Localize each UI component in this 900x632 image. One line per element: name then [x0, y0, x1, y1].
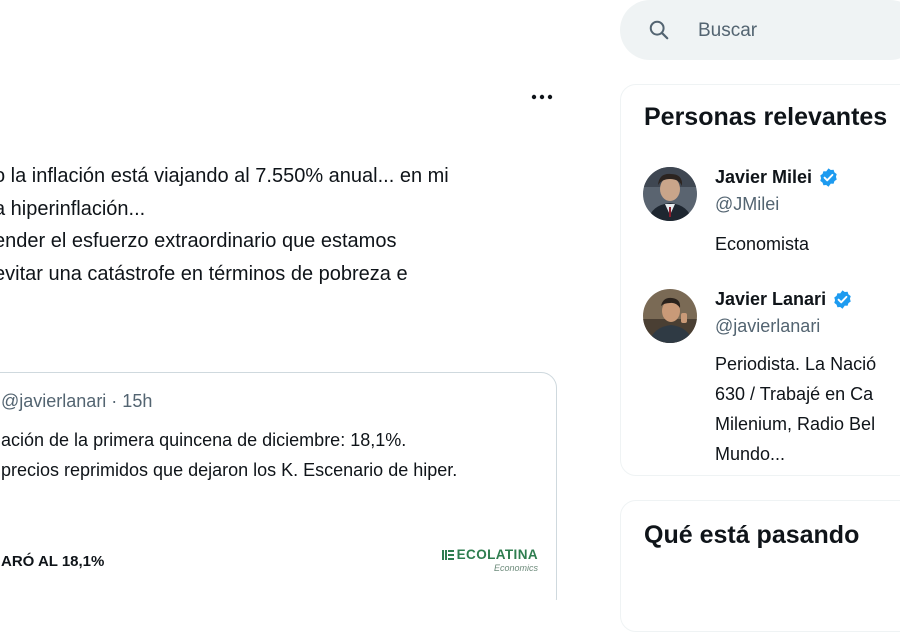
more-options-button[interactable]: [524, 84, 560, 110]
person-handle[interactable]: @JMilei: [715, 194, 779, 215]
person-bio: Periodista. La Nació 630 / Trabajé en Ca…: [715, 349, 876, 469]
ecolatina-logo: ECOLATINA Economics: [441, 547, 538, 573]
quoted-tweet-text: ación de la primera quincena de diciembr…: [1, 425, 457, 485]
person-bio-line: Periodista. La Nació: [715, 354, 877, 374]
person-bio: Economista: [715, 229, 809, 259]
person-name-text[interactable]: Javier Lanari: [715, 289, 826, 310]
tweet-text-line: ender el esfuerzo extraordinario que est…: [0, 230, 397, 252]
quoted-tweet-card[interactable]: @javierlanari · 15h ación de la primera …: [0, 372, 557, 600]
sidebar-column: Personas relevantes Javier Milei: [580, 0, 900, 632]
person-bio-line: Economista: [715, 234, 810, 254]
person-name[interactable]: Javier Milei: [715, 167, 839, 188]
tweet-text-line: a hiperinflación...: [0, 197, 146, 220]
verified-badge-icon: [820, 168, 837, 187]
tweet-text-line: o la inflación está viajando al 7.550% a…: [0, 165, 449, 187]
verified-badge-icon: [834, 290, 851, 309]
relevant-people-panel: Personas relevantes Javier Milei @JMilei…: [620, 84, 900, 476]
person-name-text[interactable]: Javier Milei: [715, 167, 812, 188]
more-horizontal-icon: [531, 94, 553, 100]
quoted-tweet-text-line: precios reprimidos que dejaron los K. Es…: [1, 460, 458, 480]
logo-subtext: Economics: [493, 563, 538, 573]
media-headline: ARÓ AL 18,1%: [1, 553, 105, 570]
person-bio-line: 630 / Trabajé en Ca: [715, 384, 874, 404]
person-card-javier-milei[interactable]: Javier Milei @JMilei Economista: [621, 167, 900, 277]
trends-title: Qué está pasando: [644, 521, 860, 549]
trends-panel: Qué está pasando: [620, 500, 900, 632]
search-icon: [649, 20, 669, 40]
person-bio-line: Mundo...: [715, 444, 786, 464]
main-column: o la inflación está viajando al 7.550% a…: [0, 0, 581, 600]
logo-text: ECOLATINA: [456, 547, 538, 562]
quoted-tweet-text-line: ación de la primera quincena de diciembr…: [1, 430, 407, 450]
search-input[interactable]: [696, 17, 900, 45]
avatar[interactable]: [643, 289, 697, 343]
avatar[interactable]: [643, 167, 697, 221]
tweet-text: o la inflación está viajando al 7.550% a…: [0, 160, 580, 290]
logo-mark-icon: [441, 549, 454, 560]
search-box[interactable]: [620, 0, 900, 60]
person-handle[interactable]: @javierlanari: [715, 316, 820, 337]
person-card-javier-lanari[interactable]: Javier Lanari @javierlanari Periodista. …: [621, 289, 900, 469]
person-bio-line: Milenium, Radio Bel: [715, 414, 876, 434]
person-name[interactable]: Javier Lanari: [715, 289, 853, 310]
quoted-tweet-author-meta[interactable]: @javierlanari · 15h: [1, 391, 152, 412]
tweet-text-line: evitar una catástrofe en términos de pob…: [0, 262, 408, 285]
relevant-people-title: Personas relevantes: [644, 103, 888, 131]
